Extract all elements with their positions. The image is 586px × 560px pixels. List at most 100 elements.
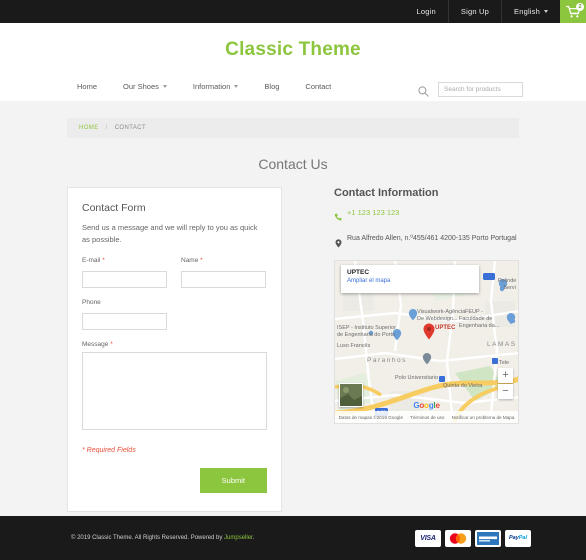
map-label-isep-line2: de Engenharia do Porto — [337, 332, 396, 338]
phone-input[interactable] — [82, 313, 167, 331]
amex-icon — [475, 529, 501, 547]
map-expand-link[interactable]: Ampliar el mapa — [347, 278, 473, 284]
language-selector[interactable]: English — [501, 0, 560, 23]
login-label: Login — [416, 7, 436, 16]
jumpseller-link[interactable]: Jumpseller — [224, 535, 253, 541]
contact-form-description: Send us a message and we will reply to y… — [82, 223, 258, 244]
nav-label-information: Information — [192, 82, 231, 91]
map-satellite-toggle[interactable] — [339, 383, 363, 407]
chevron-down-icon — [162, 85, 167, 88]
name-field-label: Name * — [181, 257, 266, 264]
cart-count-badge: 2 — [576, 3, 584, 11]
name-required-marker: * — [200, 257, 203, 265]
site-logo[interactable]: Classic Theme — [0, 23, 586, 61]
signup-link[interactable]: Sign Up — [447, 0, 501, 23]
map-label-isep: ISEP - Instituto Superior — [337, 325, 396, 331]
email-field-group: E-mail * — [82, 257, 167, 289]
map-zoom-in-button[interactable]: + — [498, 368, 513, 383]
contact-form-title: Contact Form — [82, 202, 146, 214]
map-attrib-report[interactable]: Notificar un problema de Mapa — [452, 415, 515, 420]
name-input[interactable] — [181, 271, 266, 289]
email-label-text: E-mail — [82, 257, 101, 265]
search-icon[interactable] — [418, 84, 429, 97]
copyright-text: © 2019 Classic Theme. All Rights Reserve… — [71, 535, 225, 541]
email-input[interactable] — [82, 271, 167, 289]
map-label-polo-universitario: Polo Universitario — [395, 375, 439, 381]
top-bar-links: Login Sign Up English — [405, 0, 560, 23]
breadcrumb-current: CONTACT — [114, 125, 147, 131]
map-zoom-out-button[interactable]: − — [498, 384, 513, 399]
map-info-title: UPTEC — [347, 269, 370, 276]
two-column-layout: Contact Form Send us a message and we wi… — [67, 187, 519, 513]
contact-info-column: Contact Information +1 123 123 123 Rua A… — [334, 187, 519, 512]
page-content: HOME / CONTACT Contact Us Contact Form S… — [0, 101, 586, 516]
map-label-luso-frances: Luso Francês — [337, 343, 371, 349]
phone-field-group: Phone — [82, 299, 167, 331]
nav-item-information[interactable]: Information — [180, 82, 252, 91]
payment-icons: VISA PayPal — [415, 529, 531, 547]
map-label-feup-line3: Engenharia da... — [459, 323, 500, 329]
google-map[interactable]: A20 — [334, 260, 519, 424]
nav-item-blog[interactable]: Blog — [251, 82, 292, 91]
message-textarea[interactable] — [82, 352, 267, 431]
phone-icon — [334, 208, 343, 227]
site-footer: © 2019 Classic Theme. All Rights Reserve… — [0, 516, 586, 560]
nav-label-home: Home — [77, 82, 98, 91]
contact-information-title: Contact Information — [334, 187, 439, 199]
site-header: Classic Theme Home Our Shoes Information… — [0, 23, 586, 101]
visa-icon: VISA — [415, 529, 441, 547]
message-label-text: Message — [82, 341, 109, 349]
paypal-icon: PayPal — [505, 529, 531, 547]
map-label-tele: Tele — [499, 360, 510, 366]
message-field-label: Message * — [82, 341, 267, 348]
map-label-visualwork: Visualwork-Agência — [417, 309, 466, 315]
contact-phone[interactable]: +1 123 123 123 — [347, 208, 399, 217]
footer-copyright: © 2019 Classic Theme. All Rights Reserve… — [71, 535, 254, 541]
chevron-down-icon — [544, 10, 548, 13]
main-navigation: Home Our Shoes Information Blog Contact — [0, 72, 586, 101]
signup-label: Sign Up — [460, 7, 489, 16]
map-label-quinta-do-vieira: Quinta do Vieira — [443, 383, 483, 389]
map-info-window[interactable]: UPTEC Ampliar el mapa — [341, 265, 479, 293]
search-area — [418, 82, 523, 97]
map-label-feup-line2: Faculdade de — [459, 316, 493, 322]
nav-item-contact[interactable]: Contact — [292, 82, 344, 91]
contact-address: Rua Alfredo Allen, n.º455/461 4200-135 P… — [347, 235, 517, 242]
nav-label-blog: Blog — [264, 82, 280, 91]
nav-item-home[interactable]: Home — [77, 82, 110, 91]
field-row-email-name: E-mail * Name * — [82, 257, 267, 299]
page-title: Contact Us — [258, 156, 328, 172]
map-label-servi: - Servi — [500, 285, 516, 291]
message-required-marker: * — [110, 341, 113, 349]
top-bar: Login Sign Up English 2 — [0, 0, 586, 23]
search-input[interactable] — [438, 82, 523, 97]
email-field-label: E-mail * — [82, 257, 167, 264]
map-marker-label: UPTEC — [435, 325, 456, 331]
required-fields-note: * Required Fields — [82, 447, 136, 455]
breadcrumb: HOME / CONTACT — [67, 118, 519, 138]
login-link[interactable]: Login — [405, 0, 448, 23]
breadcrumb-separator: / — [105, 125, 108, 131]
contact-form-card: Contact Form Send us a message and we wi… — [67, 187, 282, 513]
cart-button[interactable]: 2 — [560, 0, 586, 23]
copyright-period: . — [252, 535, 255, 541]
map-label-lamas: LAMAS — [487, 341, 517, 348]
google-logo: Google — [413, 401, 440, 410]
phone-label-text: Phone — [82, 299, 101, 307]
mastercard-icon — [445, 529, 471, 547]
map-attrib-terms[interactable]: Términos de uso — [410, 415, 444, 420]
phone-field-label: Phone — [82, 299, 167, 306]
submit-button[interactable]: Submit — [199, 468, 267, 494]
map-pin-icon — [334, 234, 343, 253]
contact-form-column: Contact Form Send us a message and we wi… — [67, 187, 282, 513]
map-label-polinde: Polinde — [498, 278, 517, 284]
name-label-text: Name — [181, 257, 199, 265]
email-required-marker: * — [102, 257, 105, 265]
name-field-group: Name * — [181, 257, 266, 289]
nav-label-our-shoes: Our Shoes — [123, 82, 159, 91]
address-row: Rua Alfredo Allen, n.º455/461 4200-135 P… — [334, 234, 519, 253]
breadcrumb-home[interactable]: HOME — [79, 125, 99, 131]
chevron-down-icon — [234, 85, 239, 88]
nav-item-our-shoes[interactable]: Our Shoes — [110, 82, 180, 91]
content-container: HOME / CONTACT Contact Us Contact Form S… — [67, 118, 519, 513]
